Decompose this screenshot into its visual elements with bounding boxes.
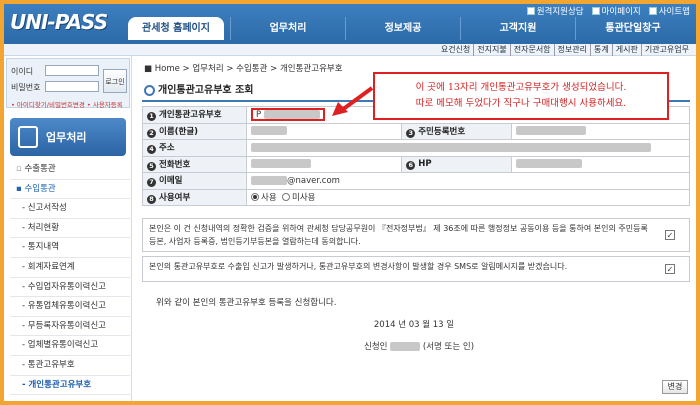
main-nav: 업무처리 정보제공 고객지원 통관단일창구	[230, 17, 690, 40]
utility-links: 원격지원상담 마이페이지 사이트맵	[526, 5, 690, 17]
use-label: 8 사용여부	[142, 188, 247, 206]
user-icon	[591, 7, 600, 15]
nav-support[interactable]: 고객지원	[460, 17, 575, 40]
application-date: 2014 년 03 월 13 일	[373, 320, 455, 330]
name-value	[245, 122, 403, 140]
clipboard-icon	[18, 126, 38, 148]
breadcrumb: ■ Home > 업무처리 > 수입통관 > 개인통관고유부호	[144, 64, 343, 74]
radio-use[interactable]	[251, 193, 259, 202]
table-row: 7 이메일 @naver.com	[142, 172, 690, 190]
agree2-checkbox[interactable]: ✓	[665, 264, 675, 274]
table-row: 8 사용여부 사용 미사용	[142, 188, 690, 206]
subnav-stats[interactable]: 통계	[590, 44, 612, 56]
subnav-board[interactable]: 게시판	[611, 44, 641, 56]
callout-arrow	[332, 86, 374, 116]
name-label: 2 이름(한글)	[142, 122, 247, 140]
menu-personal-code[interactable]: - 개인통관고유부호	[10, 375, 130, 396]
customs-home-tab[interactable]: 관세청 홈페이지	[128, 17, 224, 40]
email-label: 7 이메일	[142, 172, 247, 190]
password-input[interactable]	[45, 81, 99, 92]
subnav-requirement[interactable]: 요건신청	[438, 44, 473, 56]
phone-value	[245, 155, 403, 173]
login-box: 이이디 비밀번호 로그인 • 아이디찾기/비밀번호변경 • 사용자등록	[6, 58, 130, 109]
sitemap-link[interactable]: 사이트맵	[648, 5, 690, 17]
menu-notice[interactable]: - 통지내역	[10, 238, 130, 258]
subnav-doc-box[interactable]: 전자문서함	[509, 44, 554, 56]
menu-declaration[interactable]: - 신고서작성	[10, 199, 130, 219]
page-frame: UNI-PASS 원격지원상담 마이페이지 사이트맵 관세청 홈페이지 업무처리…	[4, 4, 696, 401]
login-links[interactable]: • 아이디찾기/비밀번호변경 • 사용자등록	[11, 99, 123, 109]
info-table: 1 개인통관고유부호 P 2 이름(한글) 3 주민등록번호 4 주소 5 전화번호 6H…	[142, 106, 690, 206]
mypage-link[interactable]: 마이페이지	[591, 5, 641, 17]
email-value: @naver.com	[246, 172, 690, 190]
title-bullet-icon	[144, 85, 155, 96]
remote-support-link[interactable]: 원격지원상담	[526, 5, 584, 17]
sidebar: 이이디 비밀번호 로그인 • 아이디찾기/비밀번호변경 • 사용자등록 업무처리…	[4, 56, 132, 401]
pw-label: 비밀번호	[11, 83, 41, 92]
use-options: 사용 미사용	[246, 188, 690, 206]
menu-importer-history[interactable]: - 수입업자유통이력신고	[10, 278, 130, 298]
subnav-info-manage[interactable]: 정보관리	[553, 44, 590, 56]
agree-info-sharing: 본인은 이 건 신청내역의 정확한 검증을 위하여 관세청 담당공무원이 『전자…	[142, 218, 690, 252]
menu-export[interactable]: ▫ 수출통관	[10, 160, 130, 180]
application-note: 위와 같이 본인의 통관고유부호 등록을 신청합니다.	[156, 298, 337, 308]
agree-sms: 본인의 통관고유부호로 수출입 신고가 발생하거나, 통관고유부호의 변경사항이…	[142, 256, 690, 282]
table-row: 4 주소	[142, 139, 690, 157]
menu-customs-code[interactable]: - 통관고유부호	[10, 356, 130, 376]
nav-info[interactable]: 정보제공	[345, 17, 460, 40]
id-label: 이이디	[11, 67, 34, 76]
home-icon: ■	[144, 64, 155, 74]
nav-single-window[interactable]: 통관단일창구	[575, 17, 690, 40]
table-row: 5 전화번호 6 HP	[142, 155, 690, 173]
nav-business[interactable]: 업무처리	[230, 17, 345, 40]
address-value	[246, 139, 690, 157]
top-bar: UNI-PASS 원격지원상담 마이페이지 사이트맵 관세청 홈페이지 업무처리…	[4, 4, 696, 44]
edit-button[interactable]: 변경	[662, 380, 688, 394]
code-highlight-box: P	[251, 108, 325, 122]
hp-label: 6 HP	[401, 155, 513, 173]
table-row: 2 이름(한글) 3 주민등록번호	[142, 122, 690, 140]
id-input[interactable]	[45, 65, 99, 76]
side-menu: ▫ 수출통관 ▪ 수입통관 - 신고서작성 - 처리현황 - 통지내역 - 회계…	[10, 160, 130, 396]
signature-line: 신청인 (서명 또는 인)	[364, 342, 475, 352]
subnav-payment[interactable]: 전지지불	[473, 44, 509, 56]
monitor-icon	[526, 7, 535, 15]
menu-header: 업무처리	[10, 118, 126, 156]
radio-nouse[interactable]	[282, 193, 291, 202]
rrn-label: 3 주민등록번호	[401, 122, 513, 140]
sitemap-icon	[648, 7, 657, 15]
menu-accounting[interactable]: - 회계자료연계	[10, 258, 130, 278]
menu-unregistered-history[interactable]: - 무등록자유통이력신고	[10, 317, 130, 337]
annotation-callout: 이 곳에 13자리 개인통관고유부호가 생성되었습니다. 따로 메모해 두었다가…	[373, 72, 669, 120]
code-label: 1 개인통관고유부호	[142, 106, 247, 124]
menu-import[interactable]: ▪ 수입통관	[10, 180, 130, 200]
menu-status[interactable]: - 처리현황	[10, 219, 130, 239]
menu-company-history[interactable]: - 업체별유통이력신고	[10, 336, 130, 356]
hp-value	[511, 155, 690, 173]
menu-distributor-history[interactable]: - 유통업체유통이력신고	[10, 297, 130, 317]
agree1-checkbox[interactable]: ✓	[665, 230, 675, 240]
uni-pass-logo[interactable]: UNI-PASS	[10, 10, 122, 40]
subnav-agency[interactable]: 기관고유업무	[640, 44, 692, 56]
phone-label: 5 전화번호	[142, 155, 247, 173]
address-label: 4 주소	[142, 139, 247, 157]
login-button[interactable]: 로그인	[103, 69, 127, 93]
sub-nav: 요건신청 전지지불 전자문서함 정보관리 통계 게시판 기관고유업무	[4, 44, 696, 56]
rrn-value	[511, 122, 690, 140]
